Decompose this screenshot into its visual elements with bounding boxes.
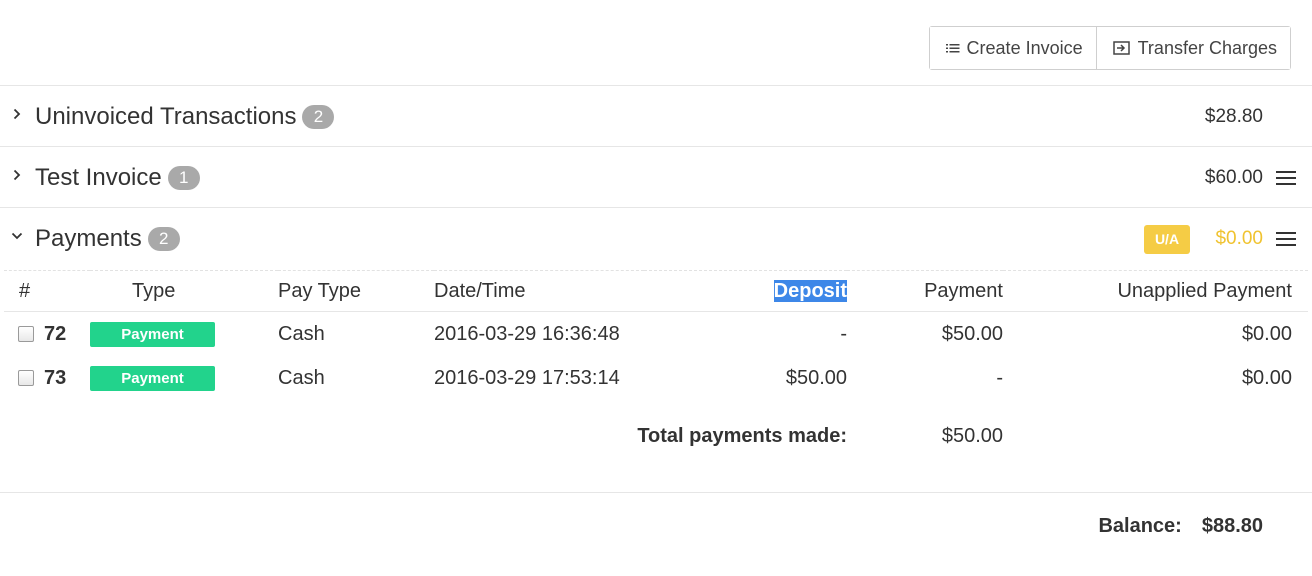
- section-title-text: Uninvoiced Transactions: [35, 103, 297, 130]
- row-number-cell: 73: [4, 356, 90, 400]
- transfer-charges-label: Transfer Charges: [1137, 37, 1277, 58]
- column-header-type[interactable]: Type: [90, 271, 278, 312]
- unapplied-cell: $0.00: [1241, 366, 1292, 389]
- section-title: Payments 2: [35, 225, 180, 253]
- table-row: 72 Payment Cash 2016-03-29 16:36:48 - $5…: [4, 312, 1308, 357]
- column-header-number[interactable]: #: [4, 271, 90, 312]
- payments-table: # Type Pay Type Date/Time Deposit Paymen…: [4, 270, 1308, 472]
- hamburger-menu-icon[interactable]: [1276, 232, 1296, 248]
- payment-type-badge: Payment: [90, 365, 215, 391]
- type-cell: Payment: [90, 356, 278, 400]
- column-header-payment[interactable]: Payment: [847, 271, 1003, 312]
- count-badge: 1: [167, 166, 200, 190]
- uninvoiced-transactions-header[interactable]: Uninvoiced Transactions 2 $28.80: [0, 86, 1312, 146]
- payment-id: 72: [44, 322, 67, 345]
- total-payments-value: $50.00: [941, 424, 1003, 447]
- transfer-charges-button[interactable]: Transfer Charges: [1095, 27, 1290, 69]
- date-time-cell: 2016-03-29 17:53:14: [434, 366, 620, 389]
- pay-type-cell: Cash: [278, 366, 325, 389]
- total-payments-label: Total payments made:: [637, 424, 847, 447]
- balance-summary: Balance: $88.80: [1098, 515, 1263, 538]
- chevron-right-icon[interactable]: [11, 108, 23, 120]
- row-checkbox[interactable]: [18, 326, 34, 343]
- table-row: 73 Payment Cash 2016-03-29 17:53:14 $50.…: [4, 356, 1308, 400]
- section-title-text: Payments: [35, 225, 142, 252]
- payment-cell: -: [996, 366, 1003, 389]
- invoice-toolbar: Create Invoice Transfer Charges: [928, 26, 1291, 70]
- count-badge: 2: [147, 227, 180, 251]
- create-invoice-label: Create Invoice: [966, 37, 1083, 58]
- test-invoice-header[interactable]: Test Invoice 1 $60.00: [0, 147, 1312, 207]
- uninvoiced-transactions-section: Uninvoiced Transactions 2 $28.80: [0, 85, 1312, 146]
- section-title: Uninvoiced Transactions 2: [35, 103, 335, 131]
- payments-section: Payments 2 U/A $0.00: [0, 207, 1312, 268]
- section-amount: $28.80: [1204, 106, 1263, 127]
- hamburger-menu-icon[interactable]: [1276, 171, 1296, 187]
- payment-cell: $50.00: [941, 322, 1003, 345]
- payments-header[interactable]: Payments 2 U/A $0.00: [0, 208, 1312, 268]
- type-cell: Payment: [90, 312, 278, 357]
- column-header-unapplied-payment[interactable]: Unapplied Payment: [1003, 271, 1308, 312]
- unapplied-status-badge: U/A: [1144, 225, 1190, 254]
- create-invoice-button[interactable]: Create Invoice: [929, 27, 1096, 69]
- row-checkbox[interactable]: [18, 370, 34, 387]
- chevron-down-icon[interactable]: [11, 230, 23, 242]
- selected-text-highlight: Deposit: [773, 279, 847, 302]
- section-amount: $0.00: [1215, 228, 1263, 249]
- chevron-right-icon[interactable]: [11, 169, 23, 181]
- count-badge: 2: [302, 105, 335, 129]
- deposit-cell: $50.00: [785, 366, 847, 389]
- pay-type-cell: Cash: [278, 322, 325, 345]
- deposit-cell: -: [840, 322, 847, 345]
- transfer-icon: [1112, 41, 1131, 55]
- column-header-date-time[interactable]: Date/Time: [434, 271, 644, 312]
- list-icon: [945, 42, 960, 54]
- date-time-cell: 2016-03-29 16:36:48: [434, 322, 620, 345]
- unapplied-cell: $0.00: [1241, 322, 1292, 345]
- test-invoice-section: Test Invoice 1 $60.00: [0, 146, 1312, 207]
- payment-id: 73: [44, 366, 67, 389]
- section-title-text: Test Invoice: [35, 164, 162, 191]
- column-header-pay-type[interactable]: Pay Type: [278, 271, 434, 312]
- divider: [0, 492, 1312, 493]
- balance-label: Balance:: [1098, 515, 1182, 537]
- section-amount: $60.00: [1204, 167, 1263, 188]
- payment-type-badge: Payment: [90, 321, 215, 347]
- balance-value: $88.80: [1201, 515, 1263, 537]
- totals-row: Total payments made: $50.00: [4, 400, 1308, 472]
- column-header-deposit[interactable]: Deposit: [644, 271, 847, 312]
- section-title: Test Invoice 1: [35, 164, 200, 192]
- row-number-cell: 72: [4, 312, 90, 357]
- table-header-row: # Type Pay Type Date/Time Deposit Paymen…: [4, 271, 1308, 312]
